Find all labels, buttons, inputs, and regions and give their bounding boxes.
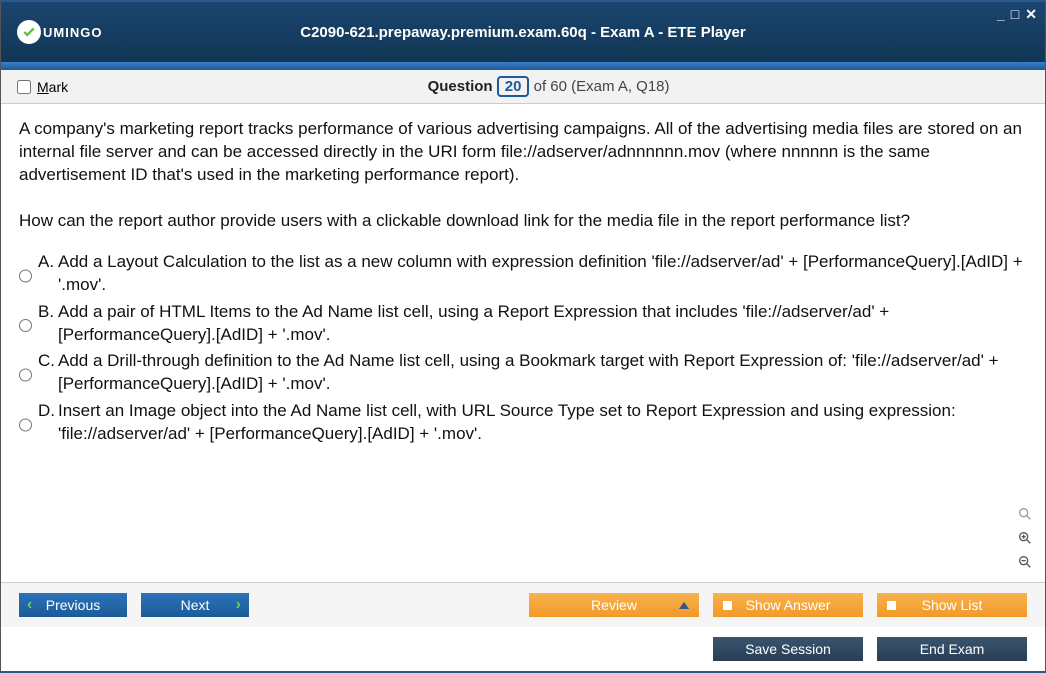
show-answer-button[interactable]: Show Answer	[713, 593, 863, 617]
option-letter: A.	[38, 251, 58, 297]
end-exam-button[interactable]: End Exam	[877, 637, 1027, 661]
chevron-left-icon: ‹	[27, 596, 32, 614]
window-title: C2090-621.prepaway.premium.exam.60q - Ex…	[300, 24, 746, 41]
logo-check-icon	[17, 20, 41, 44]
option-radio[interactable]	[19, 354, 32, 396]
answer-option[interactable]: D.Insert an Image object into the Ad Nam…	[19, 400, 1027, 446]
answer-option[interactable]: A.Add a Layout Calculation to the list a…	[19, 251, 1027, 297]
option-letter: B.	[38, 301, 58, 347]
question-p2: How can the report author provide users …	[19, 210, 1027, 233]
footer: ‹ Previous Next › Review Show Answer Sho…	[1, 582, 1045, 671]
next-button[interactable]: Next ›	[141, 593, 249, 617]
answer-options: A.Add a Layout Calculation to the list a…	[19, 251, 1027, 447]
question-content: A company's marketing report tracks perf…	[1, 104, 1045, 582]
mark-control[interactable]: Mark	[17, 79, 68, 95]
chevron-right-icon: ›	[236, 596, 241, 614]
question-text: A company's marketing report tracks perf…	[19, 118, 1027, 233]
mark-label[interactable]: Mark	[37, 79, 68, 95]
review-label: Review	[591, 597, 637, 613]
search-icon[interactable]	[1015, 504, 1035, 524]
option-text: Add a pair of HTML Items to the Ad Name …	[58, 301, 1027, 347]
question-number-current[interactable]: 20	[497, 76, 530, 97]
stop-icon	[723, 601, 732, 610]
question-label: Question	[428, 78, 493, 95]
minimize-icon[interactable]: _	[997, 6, 1005, 23]
footer-row-1: ‹ Previous Next › Review Show Answer Sho…	[1, 583, 1045, 627]
accent-bar	[1, 62, 1045, 70]
option-radio[interactable]	[19, 305, 32, 347]
show-list-button[interactable]: Show List	[877, 593, 1027, 617]
maximize-icon[interactable]: □	[1011, 6, 1019, 23]
previous-button[interactable]: ‹ Previous	[19, 593, 127, 617]
end-exam-label: End Exam	[920, 641, 985, 657]
title-bar: UMINGO C2090-621.prepaway.premium.exam.6…	[1, 2, 1045, 62]
question-header: Mark Question 20 of 60 (Exam A, Q18)	[1, 70, 1045, 104]
zoom-out-icon[interactable]	[1015, 552, 1035, 572]
mark-checkbox[interactable]	[17, 80, 31, 94]
show-answer-label: Show Answer	[746, 597, 831, 613]
zoom-controls	[1015, 504, 1035, 572]
question-p1: A company's marketing report tracks perf…	[19, 118, 1027, 187]
stop-icon	[887, 601, 896, 610]
close-icon[interactable]: ✕	[1025, 6, 1037, 23]
option-text: Insert an Image object into the Ad Name …	[58, 400, 1027, 446]
window-controls: _ □ ✕	[997, 6, 1037, 23]
option-letter: D.	[38, 400, 58, 446]
answer-option[interactable]: B.Add a pair of HTML Items to the Ad Nam…	[19, 301, 1027, 347]
app-logo: UMINGO	[17, 20, 102, 44]
logo-text: UMINGO	[43, 25, 102, 40]
answer-option[interactable]: C.Add a Drill-through definition to the …	[19, 350, 1027, 396]
question-counter: Question 20 of 60 (Exam A, Q18)	[68, 76, 1029, 97]
footer-row-2: Save Session End Exam	[1, 627, 1045, 671]
question-of-text: of 60 (Exam A, Q18)	[534, 78, 670, 95]
option-text: Add a Layout Calculation to the list as …	[58, 251, 1027, 297]
option-text: Add a Drill-through definition to the Ad…	[58, 350, 1027, 396]
option-radio[interactable]	[19, 404, 32, 446]
save-session-button[interactable]: Save Session	[713, 637, 863, 661]
option-letter: C.	[38, 350, 58, 396]
save-session-label: Save Session	[745, 641, 831, 657]
option-radio[interactable]	[19, 255, 32, 297]
previous-label: Previous	[46, 597, 100, 613]
show-list-label: Show List	[922, 597, 983, 613]
zoom-in-icon[interactable]	[1015, 528, 1035, 548]
triangle-up-icon	[679, 602, 689, 609]
review-button[interactable]: Review	[529, 593, 699, 617]
next-label: Next	[181, 597, 210, 613]
